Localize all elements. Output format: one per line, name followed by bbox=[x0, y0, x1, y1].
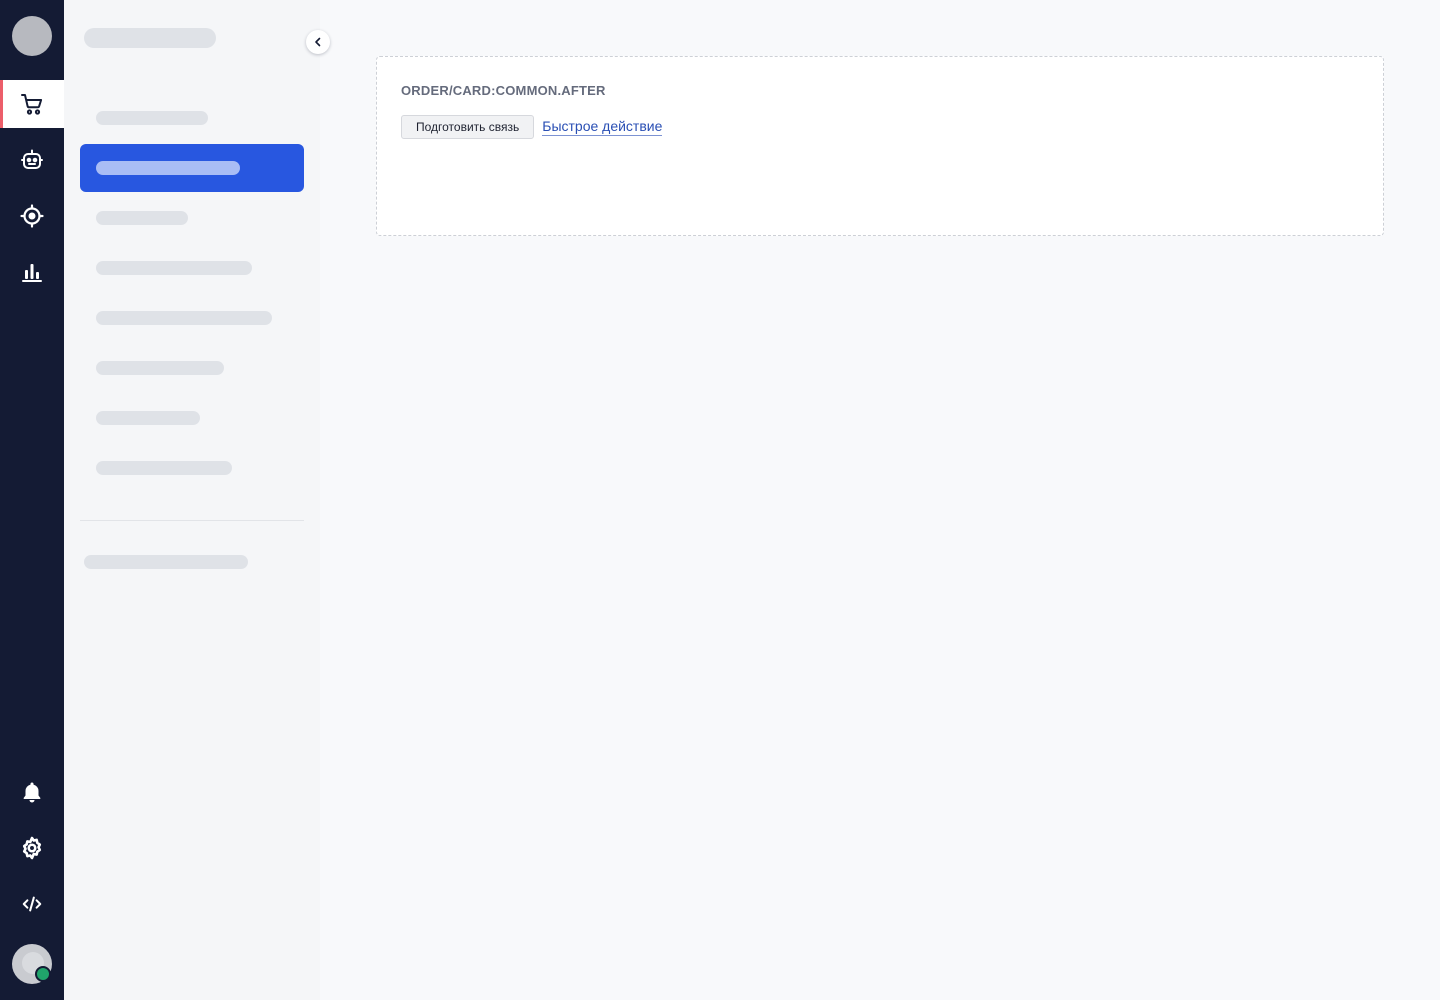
sidebar-divider bbox=[80, 520, 304, 521]
sidebar-footer-placeholder bbox=[84, 555, 248, 569]
main-content: ORDER/CARD:COMMON.AFTER Подготовить связ… bbox=[320, 0, 1440, 1000]
user-avatar[interactable] bbox=[12, 944, 52, 984]
rail-item-bots[interactable] bbox=[0, 136, 64, 184]
sidebar-item[interactable] bbox=[80, 98, 304, 138]
sidebar-item-placeholder bbox=[96, 111, 208, 125]
sidebar-item[interactable] bbox=[80, 348, 304, 388]
sidebar-collapse-button[interactable] bbox=[306, 30, 330, 54]
sidebar-item-placeholder bbox=[96, 411, 200, 425]
slot-title: ORDER/CARD:COMMON.AFTER bbox=[401, 83, 606, 98]
sidebar-item-active[interactable] bbox=[80, 144, 304, 192]
app-logo[interactable] bbox=[12, 16, 52, 56]
slot-actions: Подготовить связь Быстрое действие bbox=[401, 115, 663, 139]
quick-action-link[interactable]: Быстрое действие bbox=[542, 118, 663, 136]
sidebar-item-placeholder bbox=[96, 461, 232, 475]
cart-icon bbox=[21, 94, 43, 115]
robot-icon bbox=[21, 149, 43, 169]
sidebar-item[interactable] bbox=[80, 298, 304, 338]
sidebar-item[interactable] bbox=[80, 198, 304, 238]
sidebar-item[interactable] bbox=[80, 398, 304, 438]
bell-icon bbox=[23, 782, 41, 803]
online-status-dot bbox=[35, 966, 51, 982]
sidebar-title-placeholder bbox=[84, 28, 216, 48]
sidebar-item-placeholder bbox=[96, 311, 272, 325]
sidebar-item-placeholder bbox=[96, 361, 224, 375]
rail-item-settings[interactable] bbox=[0, 824, 64, 872]
sidebar-item-placeholder bbox=[96, 161, 240, 175]
sidebar-item-placeholder bbox=[96, 261, 252, 275]
sidebar-item-placeholder bbox=[96, 211, 188, 225]
extension-slot-card: ORDER/CARD:COMMON.AFTER Подготовить связ… bbox=[376, 56, 1384, 236]
gear-icon bbox=[22, 836, 42, 860]
chevron-left-icon bbox=[315, 37, 321, 47]
sidebar-item[interactable] bbox=[80, 448, 304, 488]
rail-item-orders[interactable] bbox=[0, 80, 64, 128]
icon-rail bbox=[0, 0, 64, 1000]
rail-item-notifications[interactable] bbox=[0, 768, 64, 816]
rail-item-targets[interactable] bbox=[0, 192, 64, 240]
rail-item-analytics[interactable] bbox=[0, 248, 64, 296]
section-sidebar bbox=[64, 0, 320, 1000]
bar-chart-icon bbox=[22, 264, 42, 282]
rail-item-developer[interactable] bbox=[0, 880, 64, 928]
sidebar-item[interactable] bbox=[80, 248, 304, 288]
target-icon bbox=[20, 204, 44, 228]
code-icon bbox=[22, 896, 42, 912]
prepare-connection-button[interactable]: Подготовить связь bbox=[401, 115, 535, 139]
